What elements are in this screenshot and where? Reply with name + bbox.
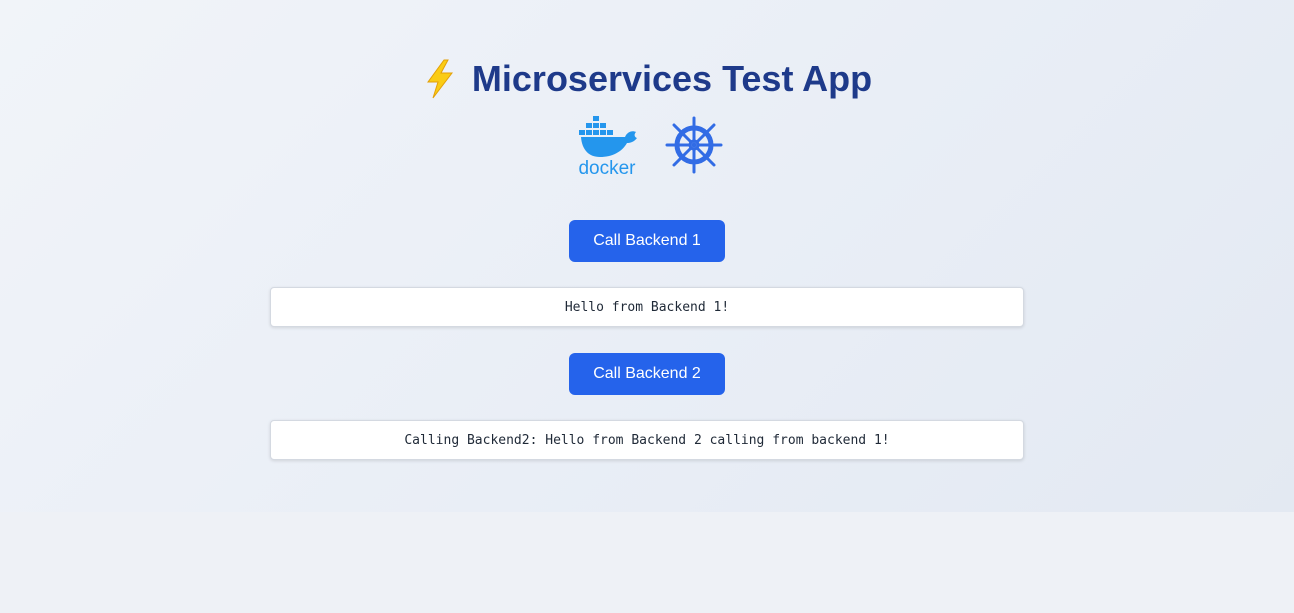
logos-row: docker <box>0 113 1294 177</box>
backend-2-result-text: Calling Backend2: Hello from Backend 2 c… <box>404 432 890 448</box>
backend-1-result-text: Hello from Backend 1! <box>564 299 730 315</box>
docker-logo: docker <box>578 116 637 177</box>
page-title: Microservices Test App <box>471 58 873 99</box>
kubernetes-helm-icon <box>665 116 723 174</box>
app-container: Microservices Test App docker Call Backe… <box>0 0 1294 512</box>
header: Microservices Test App <box>0 56 1294 102</box>
page-background <box>0 512 1294 613</box>
backend-1-result: Hello from Backend 1! <box>270 287 1024 327</box>
backend-2-result: Calling Backend2: Hello from Backend 2 c… <box>270 420 1024 460</box>
lightning-bolt-icon <box>426 59 453 99</box>
call-backend-1-button[interactable]: Call Backend 1 <box>569 220 725 262</box>
call-backend-2-button[interactable]: Call Backend 2 <box>569 353 725 395</box>
docker-wordmark: docker <box>578 158 636 177</box>
